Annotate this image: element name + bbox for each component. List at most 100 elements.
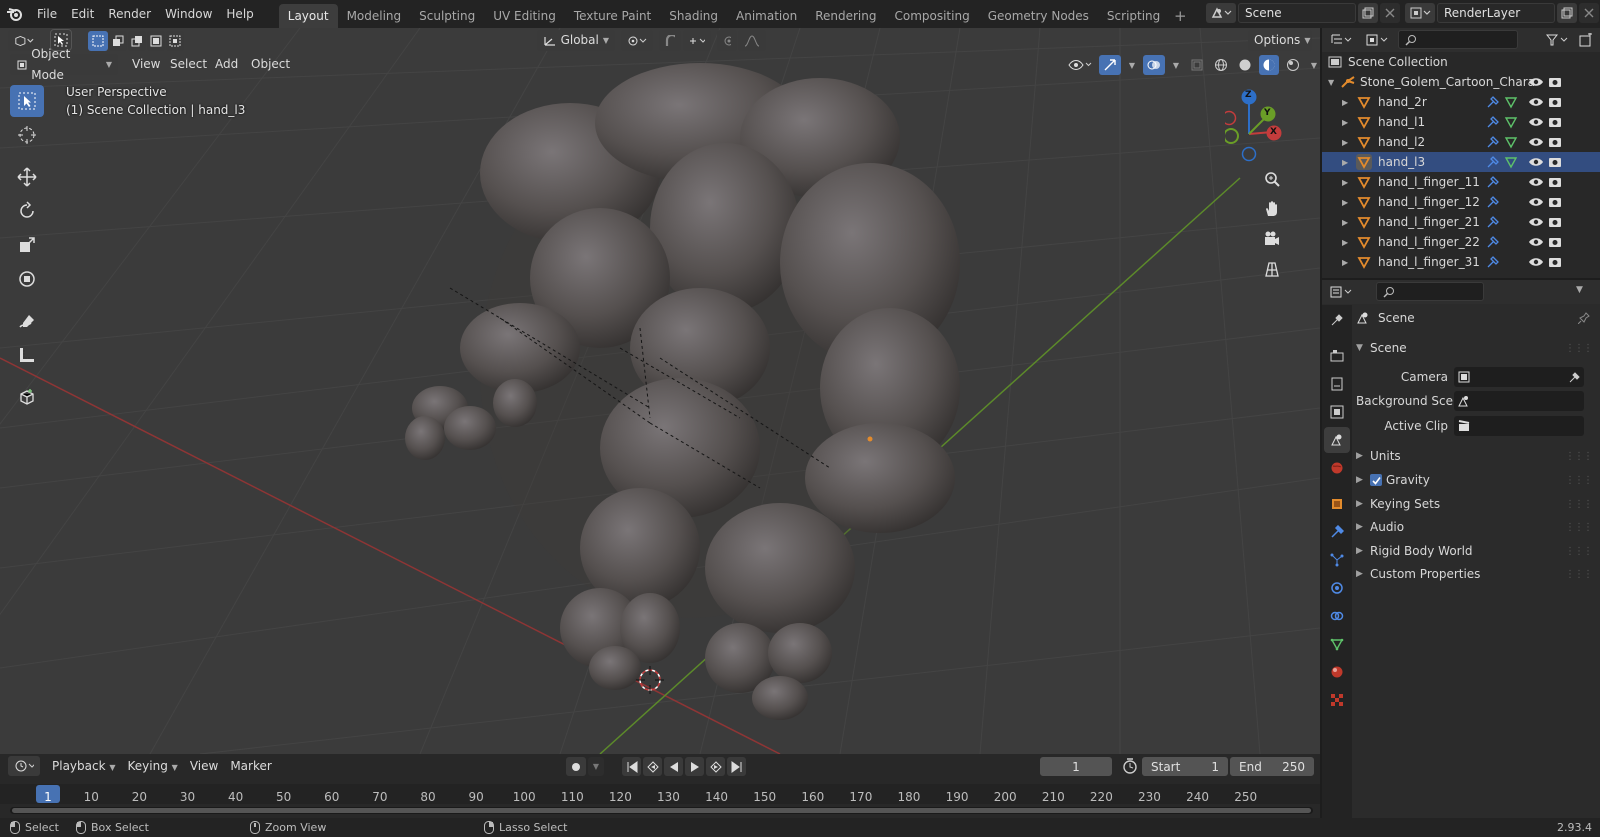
outliner-editor-type-icon[interactable] [1326,30,1356,50]
navigation-gizmo[interactable] [1225,88,1300,168]
overlay-toggle-icon[interactable] [1143,55,1165,75]
menu-window[interactable]: Window [158,3,219,25]
scene-icon[interactable] [1206,3,1236,23]
timeline-menu-view[interactable]: View [184,756,224,776]
mesh-data-icon[interactable] [1504,155,1518,169]
render-camera-icon[interactable] [1548,176,1562,188]
modifier-tab-icon[interactable] [1324,519,1350,545]
object-icon[interactable] [1356,214,1372,230]
timeline-editor-type-icon[interactable] [8,756,40,776]
particles-tab-icon[interactable] [1324,547,1350,573]
outliner-row-hand-l-finger-11[interactable]: ▶ hand_l_finger_11 [1322,172,1600,192]
eye-icon[interactable] [1528,196,1544,208]
viewport-menu-add[interactable]: Add [209,54,244,75]
constraints-tab-icon[interactable] [1324,603,1350,629]
object-icon[interactable] [1356,134,1372,150]
object-icon[interactable] [1356,194,1372,210]
outliner-row-hand-l-finger-31[interactable]: ▶ hand_l_finger_31 [1322,252,1600,272]
tab-shading[interactable]: Shading [660,4,727,28]
rendered-shading-icon[interactable] [1283,55,1303,75]
outliner-row-hand-l3[interactable]: ▶ hand_l3 [1322,152,1600,172]
object-icon[interactable] [1356,94,1372,110]
shading-dropdown-icon[interactable]: ▼ [1307,55,1320,75]
solid-shading-icon[interactable] [1235,55,1255,75]
data-tab-icon[interactable] [1324,631,1350,657]
timeline-menu-playback[interactable]: Playback ▼ [46,756,122,776]
expand-chevron-icon[interactable]: ▶ [1342,158,1356,167]
eye-icon[interactable] [1528,236,1544,248]
mesh-data-icon[interactable] [1504,135,1518,149]
eye-icon[interactable] [1528,116,1544,128]
scene-tab-icon[interactable] [1324,427,1350,453]
active-clip-field[interactable] [1454,416,1584,436]
render-camera-icon[interactable] [1548,236,1562,248]
filter-icon[interactable] [1542,30,1572,50]
expand-chevron-icon[interactable]: ▶ [1342,98,1356,107]
gizmo-dropdown-icon[interactable]: ▼ [1125,55,1139,75]
outliner-row-hand-2r[interactable]: ▶ hand_2r [1322,92,1600,112]
pin-icon[interactable] [1578,312,1590,324]
render-camera-icon[interactable] [1548,116,1562,128]
object-icon[interactable] [1356,114,1372,130]
modifier-wrench-icon[interactable] [1486,195,1500,209]
eye-icon[interactable] [1528,176,1544,188]
measure-tool-icon[interactable] [10,339,44,371]
scene-panel-header[interactable]: ▼ Scene ⋮⋮⋮ [1356,337,1596,359]
object-icon[interactable] [1356,154,1372,170]
outliner-row-scene-collection[interactable]: Scene Collection [1322,52,1600,72]
custom-properties-panel-header[interactable]: ▶ Custom Properties ⋮⋮⋮ [1356,563,1596,585]
audio-panel-header[interactable]: ▶ Audio ⋮⋮⋮ [1356,516,1596,538]
eye-icon[interactable] [1528,96,1544,108]
tab-geometry-nodes[interactable]: Geometry Nodes [979,4,1098,28]
expand-chevron-icon[interactable]: ▼ [1328,78,1340,87]
render-camera-icon[interactable] [1548,136,1562,148]
material-tab-icon[interactable] [1324,659,1350,685]
tab-texture-paint[interactable]: Texture Paint [565,4,660,28]
jump-keyframe-prev-icon[interactable] [643,757,662,776]
modifier-wrench-icon[interactable] [1486,155,1500,169]
render-tab-icon[interactable] [1324,343,1350,369]
add-cube-tool-icon[interactable] [10,381,44,413]
play-icon[interactable] [685,757,704,776]
outliner-row-hand-l1[interactable]: ▶ hand_l1 [1322,112,1600,132]
render-camera-icon[interactable] [1548,196,1562,208]
modifier-wrench-icon[interactable] [1486,215,1500,229]
tab-sculpting[interactable]: Sculpting [410,4,484,28]
modifier-wrench-icon[interactable] [1486,235,1500,249]
object-icon[interactable] [1356,254,1372,270]
expand-chevron-icon[interactable]: ▶ [1342,198,1356,207]
xray-toggle-icon[interactable] [1187,55,1207,75]
pivot-point-icon[interactable] [621,30,653,51]
mesh-data-icon[interactable] [1504,95,1518,109]
view-layer-icon[interactable] [1405,3,1435,23]
render-camera-icon[interactable] [1548,156,1562,168]
expand-chevron-icon[interactable]: ▶ [1342,238,1356,247]
world-tab-icon[interactable] [1324,455,1350,481]
overlay-dropdown-icon[interactable]: ▼ [1169,55,1183,75]
snap-element-icon[interactable] [683,30,711,51]
modifier-wrench-icon[interactable] [1486,95,1500,109]
tab-layout[interactable]: Layout [278,4,338,28]
tab-compositing[interactable]: Compositing [885,4,978,28]
jump-end-icon[interactable] [727,757,746,776]
eye-icon[interactable] [1528,216,1544,228]
outliner-row-hand-l-finger-12[interactable]: ▶ hand_l_finger_12 [1322,192,1600,212]
menu-render[interactable]: Render [101,3,158,25]
view-layer-name-field[interactable]: RenderLayer [1437,3,1555,23]
outliner-row-armature[interactable]: ▼ Stone_Golem_Cartoon_Chara [1322,72,1600,92]
expand-chevron-icon[interactable]: ▶ [1342,138,1356,147]
rigid-body-world-panel-header[interactable]: ▶ Rigid Body World ⋮⋮⋮ [1356,540,1596,562]
play-reverse-icon[interactable] [664,757,683,776]
texture-tab-icon[interactable] [1324,687,1350,713]
tab-animation[interactable]: Animation [727,4,806,28]
outliner-row-hand-l-finger-21[interactable]: ▶ hand_l_finger_21 [1322,212,1600,232]
outliner-search-input[interactable] [1398,30,1518,49]
transform-tool-icon[interactable] [10,263,44,295]
physics-tab-icon[interactable] [1324,575,1350,601]
tab-modeling[interactable]: Modeling [338,4,411,28]
view-layer-tab-icon[interactable] [1324,399,1350,425]
pan-hand-icon[interactable] [1258,195,1286,223]
select-subtract-icon[interactable] [128,31,146,51]
outliner-row-hand-l-finger-22[interactable]: ▶ hand_l_finger_22 [1322,232,1600,252]
object-icon[interactable] [1356,234,1372,250]
